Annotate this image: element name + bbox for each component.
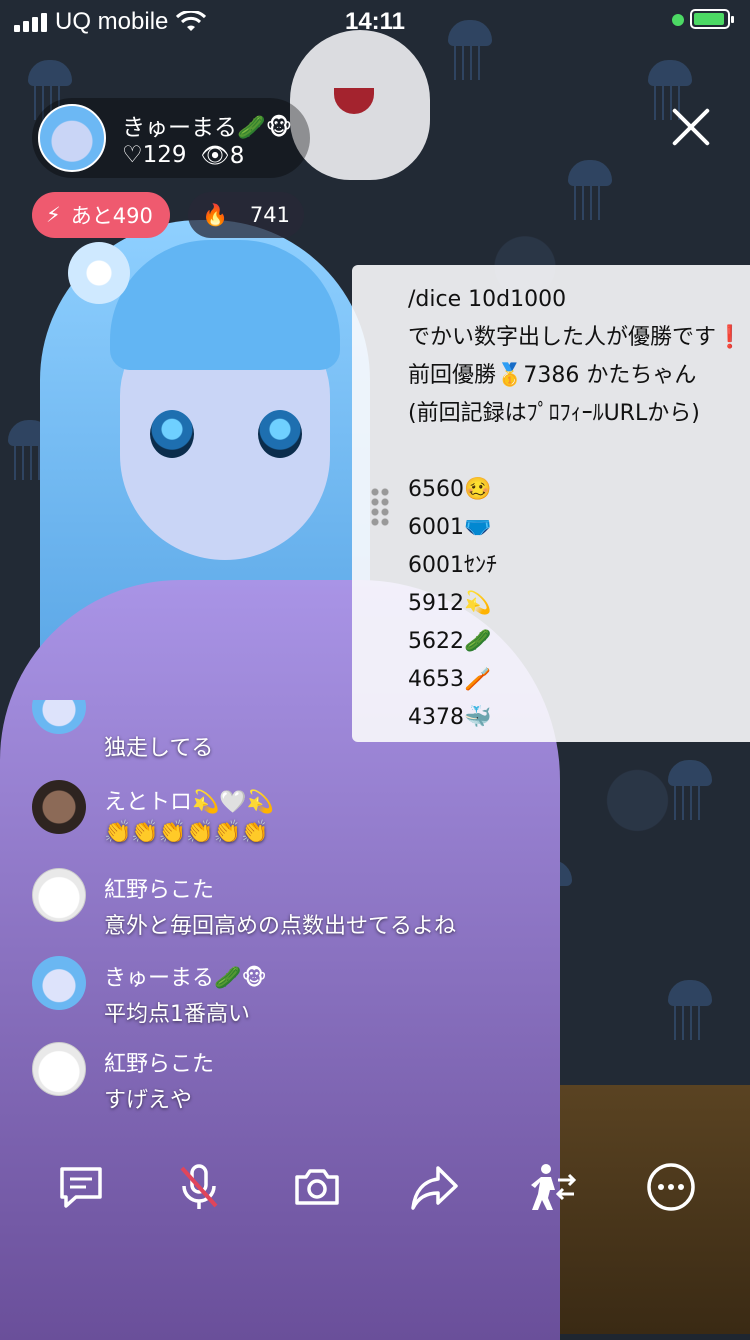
score-line: 6560🥴 [408,477,492,502]
chat-username[interactable]: 紅野らこた [104,872,214,904]
panel-line: /dice 10d1000 [408,287,567,312]
comment-button[interactable] [54,1160,108,1214]
chat-avatar[interactable] [32,780,86,834]
chat-avatar[interactable] [32,956,86,1010]
chat-text: 意外と毎回高めの点数出せてるよね [104,914,457,939]
chat-text: 平均点1番高い [104,1002,250,1027]
jellyfish-decoration [660,980,720,1040]
more-button[interactable] [644,1160,698,1214]
mic-toggle-button[interactable] [172,1160,226,1214]
fire-count-badge[interactable]: 🔥 741 [188,192,304,238]
chat-avatar[interactable] [32,868,86,922]
camera-icon [295,1169,339,1205]
score-line: 5912💫 [408,591,492,616]
eye-icon: 👁 [200,143,230,169]
bottom-toolbar [0,1150,750,1224]
chat-text: 独走してる [104,736,214,761]
panel-line: 前回優勝🥇7386 かたちゃん [408,363,697,388]
jellyfish-decoration [560,160,620,220]
lightning-icon: ⚡ [46,203,61,227]
mascot-figure [290,30,430,180]
comment-icon [60,1167,102,1208]
mic-muted-icon [180,1164,218,1209]
share-button[interactable] [408,1160,462,1214]
jellyfish-decoration [660,760,720,820]
battery-icon [690,9,734,29]
host-profile-card[interactable]: きゅーまる🥒🐵 ♡129 👁8 [32,98,310,178]
viewers-count: 8 [229,143,245,169]
viewers: 👁8 [201,142,245,169]
status-bar: UQ mobile 14:11 [0,0,750,42]
host-avatar[interactable] [38,104,106,172]
score-line: 6001ｾﾝﾁ [408,553,497,578]
charging-dot-icon [672,14,684,26]
score-line: 6001🩲 [408,515,492,540]
chat-list[interactable]: 独走してる えとトロ💫🤍💫 👏👏👏👏👏👏 紅野らこた 意外と毎回高めの点数出せて… [32,700,592,1120]
fire-icon: 🔥 [202,202,229,227]
likes-count: ♡129 [122,142,187,168]
chat-username[interactable]: 紅野らこた [104,1046,214,1078]
chat-avatar[interactable] [32,700,86,734]
score-line: 4653🪥 [408,667,492,692]
camera-button[interactable] [290,1160,344,1214]
chat-avatar[interactable] [32,1042,86,1096]
remaining-badge[interactable]: ⚡ あと490 [32,192,170,238]
fire-count: 741 [249,203,290,227]
panel-line: (前回記録はﾌﾟﾛﾌｨｰﾙURLから) [408,401,700,426]
host-stats: ♡129 👁8 [122,142,244,169]
chat-text: 👏👏👏👏👏👏 [104,820,269,845]
remaining-label: あと490 [70,204,153,228]
score-line: 5622🥒 [408,629,492,654]
host-name: きゅーまる🥒🐵 [122,115,293,141]
dice-info-panel: /dice 10d1000 でかい数字出した人が優勝です❗ 前回優勝🥇7386 … [352,265,750,742]
drag-handle-icon[interactable] [370,487,390,527]
panel-line: でかい数字出した人が優勝です❗ [408,325,744,350]
chat-text: すげえや [104,1088,193,1113]
chat-username[interactable]: えとトロ💫🤍💫 [104,784,274,816]
share-icon [411,1166,458,1210]
collab-icon [531,1164,577,1210]
collab-button[interactable] [526,1160,580,1214]
more-icon [647,1163,695,1211]
chat-username[interactable]: きゅーまる🥒🐵 [104,960,267,992]
close-button[interactable] [668,104,714,150]
clock: 14:11 [344,8,406,35]
